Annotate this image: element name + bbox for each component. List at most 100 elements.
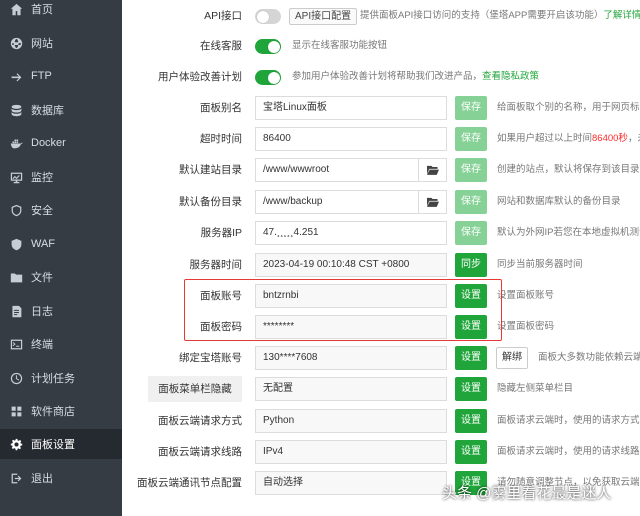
setting-row-menu-hide: 面板菜单栏隐藏 无配置 设置 隐藏左侧菜单栏目 [122,374,640,404]
site-dir-input[interactable]: /www/wwwroot [255,158,419,182]
sync-time-button[interactable]: 同步 [455,253,487,277]
setting-label: 默认备份目录 [179,196,242,208]
setting-desc: 设置面板账号 [497,290,555,301]
store-icon [9,404,23,418]
cloud-method-set-button[interactable]: 设置 [455,409,487,433]
setting-row-api: API接口 API接口配置 提供面板API接口访问的支持（堡塔APP需要开启该功… [122,1,640,31]
setting-label: 在线客服 [200,40,242,52]
privacy-policy-link[interactable]: 查看隐私政策 [482,71,539,82]
setting-row-ux-plan: 用户体验改善计划 参加用户体验改善计划将帮助我们改进产品，查看隐私政策 [122,62,640,92]
desc-text: 如果用户超过以上时间 [497,133,593,144]
setting-label: 面板云端请求线路 [158,446,242,458]
api-details-link[interactable]: 了解详情 [603,10,640,21]
sidebar-item-label: 安全 [31,205,53,217]
backup-dir-input[interactable]: /www/backup [255,190,419,214]
desc-text: 提供面板API接口访问的支持（堡塔APP需要开启该功能） [360,10,604,21]
menu-hide-field: 无配置 [255,377,447,401]
home-icon [9,2,23,16]
setting-row-bind-account: 绑定宝塔账号 130****7608 设置 解绑 面板大多数功能依赖云端 [122,343,640,373]
setting-desc: 参加用户体验改善计划将帮助我们改进产品，查看隐私政策 [292,62,539,92]
server-ip-input[interactable]: 47.¸¸¸¸¸4.251 [255,221,447,245]
bind-account-set-button[interactable]: 设置 [455,346,487,370]
timeout-input[interactable]: 86400 [255,127,447,151]
cloud-line-set-button[interactable]: 设置 [455,440,487,464]
alias-save-button[interactable]: 保存 [455,96,487,120]
database-icon [9,103,23,117]
sidebar-item-waf[interactable]: WAF [0,229,122,259]
folder-open-icon [426,165,439,175]
toggle-knob [267,71,280,84]
ux-plan-toggle[interactable] [255,70,281,85]
setting-row-cloud-method: 面板云端请求方式 Python 设置 面板请求云端时，使用的请求方式， [122,406,640,436]
sidebar-item-logs[interactable]: 日志 [0,296,122,326]
menu-hide-set-button[interactable]: 设置 [455,377,487,401]
bound-account-field: 130****7608 [255,346,447,370]
sidebar-item-docker[interactable]: Docker [0,128,122,158]
panel-alias-input[interactable]: 宝塔Linux面板 [255,96,447,120]
setting-desc: 隐藏左侧菜单栏目 [497,383,574,394]
clock-icon [9,371,23,385]
unbind-account-button[interactable]: 解绑 [496,347,528,369]
setting-row-alias: 面板别名 宝塔Linux面板 保存 给面板取个别的名称，用于网页标题 [122,93,640,123]
globe-icon [9,36,23,50]
backup-dir-save-button[interactable]: 保存 [455,190,487,214]
setting-label: 面板云端请求方式 [158,415,242,427]
desc-text: 参加用户体验改善计划将帮助我们改进产品， [292,71,483,82]
sidebar-item-cron[interactable]: 计划任务 [0,363,122,393]
sidebar-item-website[interactable]: 网站 [0,28,122,58]
setting-label: 用户体验改善计划 [158,71,242,83]
folder-icon [9,270,23,284]
sidebar-item-label: 计划任务 [31,373,75,385]
setting-desc: 网站和数据库默认的备份目录 [497,196,621,207]
sidebar-item-home[interactable]: 首页 [0,0,122,24]
sidebar-item-database[interactable]: 数据库 [0,95,122,125]
setting-desc: 设置面板密码 [497,321,555,332]
setting-label: 超时时间 [200,133,242,145]
shield-icon [9,203,23,217]
setting-label: 默认建站目录 [179,164,242,176]
setting-row-online-service: 在线客服 显示在线客服功能按钮 [122,31,640,61]
setting-desc: 面板请求云端时，使用的请求线路， [497,446,640,457]
ftp-icon [9,69,23,83]
monitor-icon [9,170,23,184]
sidebar-item-ftp[interactable]: FTP [0,61,122,91]
sidebar-item-logout[interactable]: 退出 [0,463,122,493]
sidebar-item-terminal[interactable]: 终端 [0,329,122,359]
sidebar-item-security[interactable]: 安全 [0,195,122,225]
backup-dir-browse-button[interactable] [419,190,447,214]
sidebar-item-label: 监控 [31,172,53,184]
sidebar-item-label: WAF [31,238,56,250]
api-toggle[interactable] [255,9,281,24]
online-service-toggle[interactable] [255,39,281,54]
server-time-field: 2023-04-19 00:10:48 CST +0800 [255,253,447,277]
site-dir-save-button[interactable]: 保存 [455,158,487,182]
timeout-save-button[interactable]: 保存 [455,127,487,151]
sidebar-item-settings[interactable]: 面板设置 [0,429,122,459]
sidebar-item-label: Docker [31,137,66,149]
setting-desc: 面板请求云端时，使用的请求方式， [497,415,640,426]
site-dir-browse-button[interactable] [419,158,447,182]
setting-desc: 显示在线客服功能按钮 [292,40,388,51]
gear-icon [9,437,23,451]
setting-label: 面板菜单栏隐藏 [148,376,242,402]
setting-label: API接口 [204,10,242,22]
toggle-knob [267,40,280,53]
sidebar-item-label: 文件 [31,272,53,284]
sidebar-item-label: 首页 [31,4,53,16]
setting-label: 面板云端通讯节点配置 [137,477,242,489]
sidebar-item-label: 日志 [31,306,53,318]
sidebar-item-store[interactable]: 软件商店 [0,396,122,426]
setting-label: 服务器时间 [189,259,243,271]
setting-label: 服务器IP [200,227,242,239]
setting-label: 面板别名 [200,102,242,114]
api-config-button[interactable]: API接口配置 [289,8,358,25]
setting-desc: 如果用户超过以上时间86400秒，未进 [497,124,640,154]
sidebar-item-label: 网站 [31,38,53,50]
sidebar-item-files[interactable]: 文件 [0,262,122,292]
server-ip-save-button[interactable]: 保存 [455,221,487,245]
setting-desc: 创建的站点，默认将保存到该目录下 [497,164,640,175]
toggle-knob [256,10,269,23]
sidebar-item-label: 数据库 [31,105,64,117]
sidebar-item-monitor[interactable]: 监控 [0,162,122,192]
logout-icon [9,471,23,485]
